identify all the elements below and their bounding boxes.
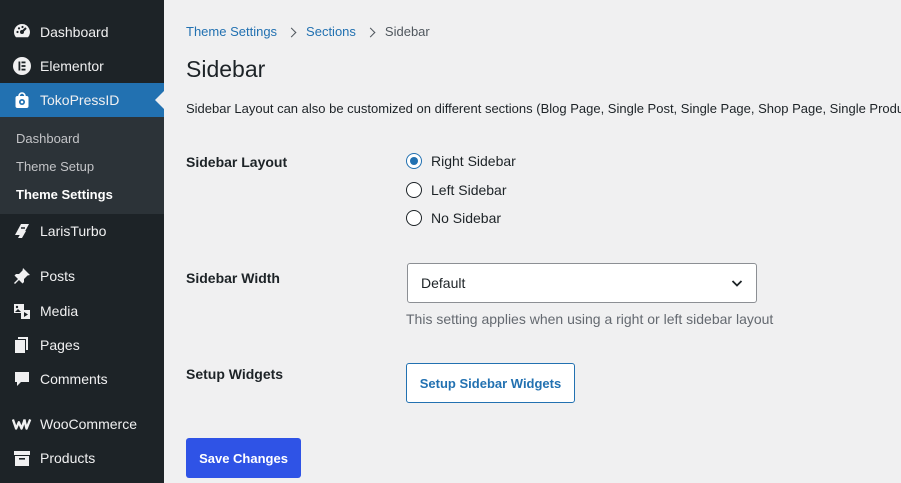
sidebar-item-laristurbo[interactable]: LarisTurbo (0, 214, 164, 248)
pin-icon (12, 266, 32, 286)
main-content: Theme Settings Sections Sidebar Sidebar … (164, 0, 901, 483)
sidebar-item-pages[interactable]: Pages (0, 328, 164, 362)
tokopress-icon (12, 90, 32, 110)
radio-label: No Sidebar (431, 210, 502, 226)
radio-right-sidebar[interactable]: Right Sidebar (406, 153, 516, 169)
chevron-right-icon (365, 27, 376, 37)
sidebar-item-comments[interactable]: Comments (0, 362, 164, 396)
radio-unchecked-icon[interactable] (406, 210, 422, 226)
submenu-item-dashboard[interactable]: Dashboard (16, 131, 80, 146)
radio-left-sidebar[interactable]: Left Sidebar (406, 182, 507, 198)
sidebar-item-label: WooCommerce (40, 416, 137, 432)
laristurbo-icon (12, 221, 32, 241)
save-changes-button[interactable]: Save Changes (186, 438, 301, 478)
sidebar-item-media[interactable]: Media (0, 294, 164, 328)
dashboard-icon (12, 22, 32, 42)
sidebar-submenu: Dashboard Theme Setup Theme Settings (0, 117, 164, 214)
comment-icon (12, 369, 32, 389)
sidebar-item-tokopressid[interactable]: TokoPressID (0, 83, 164, 117)
sidebar-item-label: Media (40, 303, 79, 319)
sidebar-item-label: Comments (40, 371, 108, 387)
archive-icon (12, 448, 32, 468)
sidebar-item-label: Elementor (40, 58, 104, 74)
sidebar-item-products[interactable]: Products (0, 441, 164, 475)
sidebar-item-label: LarisTurbo (40, 223, 107, 239)
radio-no-sidebar[interactable]: No Sidebar (406, 210, 501, 226)
chevron-right-icon (286, 27, 297, 37)
sidebar-width-select[interactable]: Default (407, 263, 757, 303)
media-icon (12, 301, 32, 321)
page-title: Sidebar (186, 56, 266, 82)
sidebar-width-label: Sidebar Width (186, 270, 280, 286)
sidebar-item-label: Dashboard (40, 24, 109, 40)
elementor-icon (12, 56, 32, 76)
sidebar-item-elementor[interactable]: Elementor (0, 49, 164, 83)
radio-label: Left Sidebar (431, 182, 507, 198)
woocommerce-icon (12, 414, 32, 434)
setup-widgets-label: Setup Widgets (186, 366, 284, 382)
pages-icon (12, 335, 32, 355)
sidebar-layout-label: Sidebar Layout (186, 154, 288, 170)
sidebar-item-woocommerce[interactable]: WooCommerce (0, 407, 164, 441)
radio-checked-icon[interactable] (406, 153, 422, 169)
select-value: Default (421, 275, 466, 291)
sidebar-item-label: Pages (40, 337, 80, 353)
breadcrumb: Theme Settings Sections Sidebar (186, 24, 430, 39)
breadcrumb-link-sections[interactable]: Sections (306, 24, 356, 39)
breadcrumb-current: Sidebar (384, 24, 430, 39)
sidebar-item-posts[interactable]: Posts (0, 259, 164, 293)
radio-unchecked-icon[interactable] (406, 182, 422, 198)
breadcrumb-link-theme-settings[interactable]: Theme Settings (186, 24, 277, 39)
sidebar-item-label: TokoPressID (40, 92, 120, 108)
sidebar-width-help: This setting applies when using a right … (406, 311, 774, 327)
submenu-item-theme-setup[interactable]: Theme Setup (16, 159, 94, 174)
chevron-down-icon (731, 280, 743, 287)
setup-sidebar-widgets-button[interactable]: Setup Sidebar Widgets (406, 363, 575, 403)
admin-sidebar: Dashboard Elementor TokoPressID Dashboar… (0, 0, 164, 483)
sidebar-item-label: Posts (40, 268, 76, 284)
sidebar-item-dashboard[interactable]: Dashboard (0, 15, 164, 49)
radio-label: Right Sidebar (431, 153, 516, 169)
sidebar-item-label: Products (40, 450, 96, 466)
submenu-item-theme-settings[interactable]: Theme Settings (16, 187, 113, 202)
page-description: Sidebar Layout can also be customized on… (186, 101, 901, 116)
